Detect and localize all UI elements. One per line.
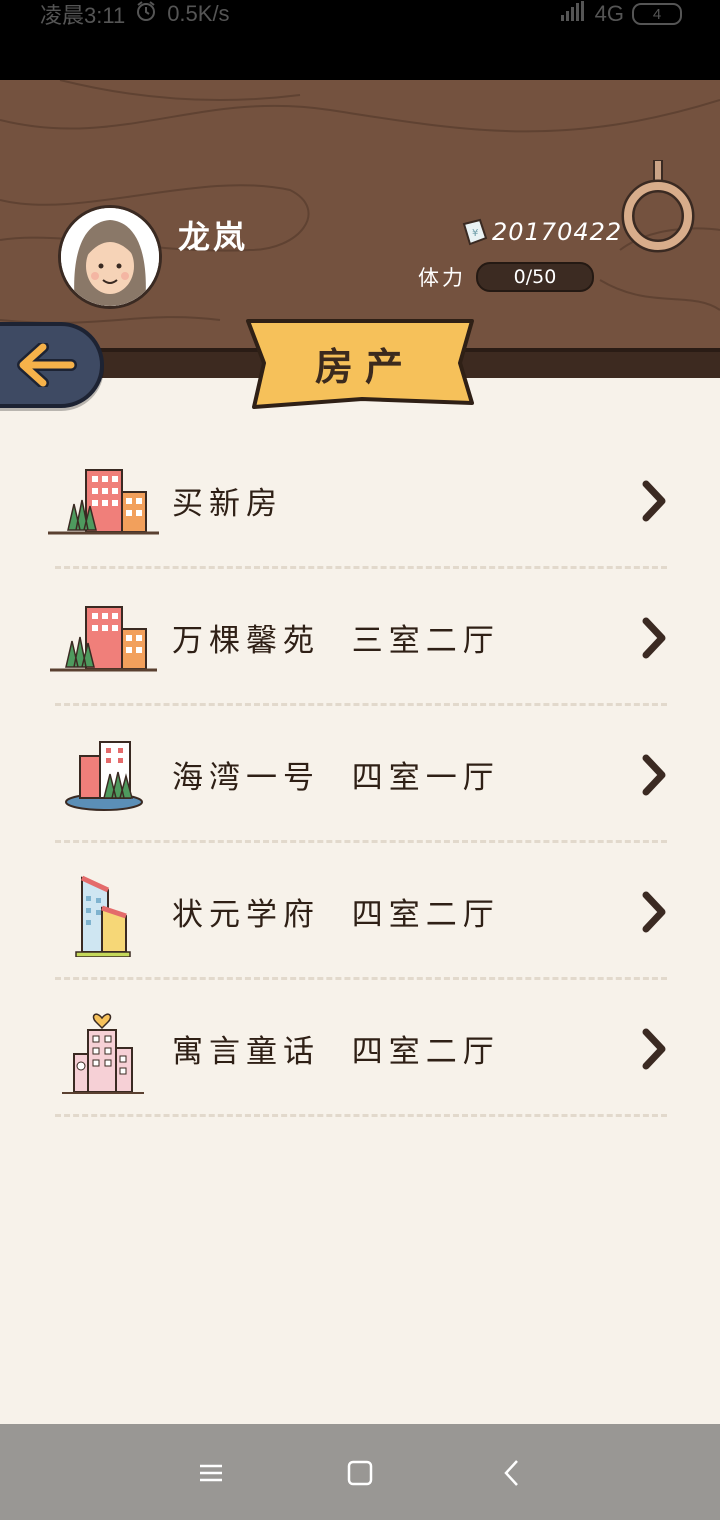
chevron-right-icon xyxy=(642,1028,666,1070)
list-item-property-1[interactable]: 万棵馨苑 三室二厅 xyxy=(0,569,720,706)
menu-icon[interactable] xyxy=(196,1458,226,1488)
apartment-trees-icon xyxy=(50,606,157,672)
divider xyxy=(55,1114,667,1117)
banknote-icon: ¥ xyxy=(462,218,488,246)
stamina-bar: 0/50 xyxy=(476,262,594,292)
hanging-ring-icon[interactable] xyxy=(620,160,696,260)
chevron-right-icon xyxy=(642,891,666,933)
list-item-label: 寓言童话 四室二厅 xyxy=(172,1034,500,1070)
system-nav-bar xyxy=(0,1424,720,1520)
back-nav-icon[interactable] xyxy=(497,1458,527,1488)
page-title-banner: 房产 xyxy=(244,315,476,411)
list-item-label: 状元学府 四室二厅 xyxy=(172,897,500,933)
list-item-property-4[interactable]: 寓言童话 四室二厅 xyxy=(0,980,720,1117)
list-item-label: 万棵馨苑 三室二厅 xyxy=(172,623,500,659)
battery-icon: 4 xyxy=(632,3,682,25)
stamina-value: 0/50 xyxy=(513,266,557,288)
back-button[interactable] xyxy=(0,322,104,408)
school-apartment-icon xyxy=(75,875,131,957)
list-item-label: 买新房 xyxy=(172,486,283,522)
stamina-label: 体力 xyxy=(418,266,466,290)
money-display: ¥ 20170422 xyxy=(460,218,622,246)
status-time: 凌晨3:11 xyxy=(40,3,126,28)
list-item-property-3[interactable]: 状元学府 四室二厅 xyxy=(0,843,720,980)
money-amount: 20170422 xyxy=(492,218,623,246)
chevron-right-icon xyxy=(642,480,666,522)
status-bar: 凌晨3:11 0.5K/s 4G 4 xyxy=(0,0,720,80)
network-speed: 0.5K/s xyxy=(167,1,230,26)
avatar[interactable] xyxy=(58,205,162,309)
bay-apartment-icon xyxy=(65,741,143,811)
username: 龙岚 xyxy=(178,218,249,256)
network-type: 4G xyxy=(594,1,624,26)
property-list: 买新房 万棵馨苑 三室二厅 海湾一号 四室一厅 状元学府 四室二厅 寓言童话 四… xyxy=(0,432,720,1117)
fairy-tale-apartment-icon xyxy=(62,1013,144,1094)
signal-icon xyxy=(559,1,587,27)
alarm-icon xyxy=(135,0,157,28)
buy-new-house-icon xyxy=(48,469,159,535)
list-item-label: 海湾一号 四室一厅 xyxy=(172,760,500,796)
page-title: 房产 xyxy=(314,343,415,389)
chevron-right-icon xyxy=(642,754,666,796)
svg-text:¥: ¥ xyxy=(472,228,478,239)
back-arrow-icon xyxy=(17,343,77,387)
chevron-right-icon xyxy=(642,617,666,659)
list-item-buy-new-house[interactable]: 买新房 xyxy=(0,432,720,569)
list-item-property-2[interactable]: 海湾一号 四室一厅 xyxy=(0,706,720,843)
home-icon[interactable] xyxy=(345,1458,375,1488)
